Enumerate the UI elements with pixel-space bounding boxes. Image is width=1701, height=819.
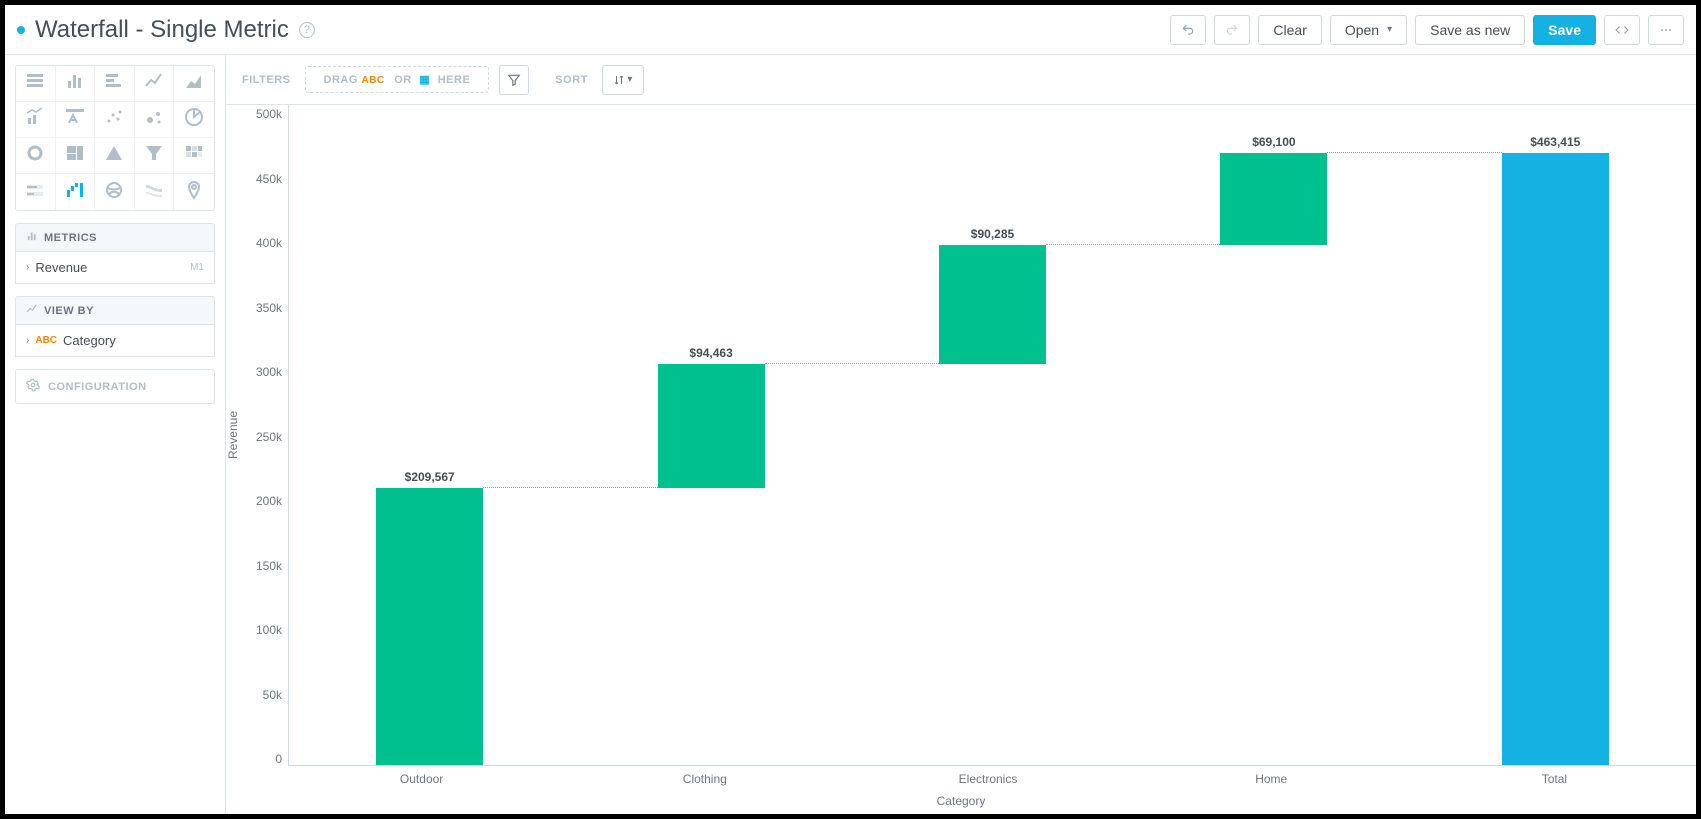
chevron-down-icon: ▾ [627, 74, 632, 85]
header-bar: Waterfall - Single Metric ? Clear Open▾ … [5, 5, 1696, 55]
waterfall-bar[interactable]: $69,100 [1220, 153, 1327, 244]
more-button[interactable] [1648, 15, 1684, 45]
x-tick: Home [1130, 766, 1413, 786]
bar-chart-icon[interactable] [95, 66, 135, 102]
status-dot-icon [17, 26, 25, 34]
bar-value-label: $90,285 [939, 227, 1046, 241]
y-tick: 500k [256, 107, 282, 121]
bar-value-label: $463,415 [1502, 135, 1609, 149]
y-tick: 250k [256, 430, 282, 444]
filters-label: FILTERS [242, 74, 291, 86]
metrics-icon [26, 230, 38, 245]
save-as-new-button[interactable]: Save as new [1415, 15, 1525, 45]
metric-item-label: Revenue [35, 260, 87, 275]
connector-line [483, 487, 657, 488]
viewby-item-category[interactable]: › ABC Category [15, 325, 215, 357]
filter-button[interactable] [499, 65, 529, 95]
table-chart-icon[interactable] [16, 66, 56, 102]
x-axis-title: Category [226, 786, 1696, 814]
chart-toolbar: FILTERS DRAG ABC OR ▦ HERE SORT ▾ [226, 55, 1696, 105]
metrics-label: METRICS [44, 232, 97, 244]
chevron-right-icon: › [26, 335, 29, 346]
y-tick: 300k [256, 365, 282, 379]
bar-value-label: $69,100 [1220, 135, 1327, 149]
funnel-chart-icon[interactable] [135, 138, 175, 174]
embed-button[interactable] [1604, 15, 1640, 45]
abc-icon: ABC [361, 75, 384, 86]
sidebar: METRICS › Revenue M1 VIEW BY › ABC Categ… [5, 55, 226, 814]
waterfall-total-bar[interactable]: $463,415 [1502, 153, 1609, 765]
pie-chart-icon[interactable] [174, 102, 214, 138]
connector-line [765, 363, 939, 364]
viewby-icon [26, 303, 38, 318]
save-button[interactable]: Save [1533, 15, 1596, 45]
y-tick: 50k [263, 688, 282, 702]
y-axis-title: Revenue [226, 411, 240, 459]
bar-value-label: $209,567 [376, 470, 483, 484]
gear-icon [26, 378, 40, 395]
waterfall-bar[interactable]: $209,567 [376, 488, 483, 765]
column-chart-icon[interactable] [56, 66, 96, 102]
main-area: FILTERS DRAG ABC OR ▦ HERE SORT ▾ Revenu… [226, 55, 1696, 814]
bullet-chart-icon[interactable] [16, 174, 56, 210]
combo-chart-icon[interactable] [16, 102, 56, 138]
undo-button[interactable] [1170, 15, 1206, 45]
clear-button[interactable]: Clear [1258, 15, 1321, 45]
chart-container: Revenue 500k 450k 400k 350k 300k 250k 200k 150k… [226, 105, 1696, 814]
y-tick: 150k [256, 559, 282, 573]
y-tick: 350k [256, 301, 282, 315]
redo-button[interactable] [1214, 15, 1250, 45]
y-tick: 200k [256, 494, 282, 508]
configuration-panel[interactable]: CONFIGURATION [15, 369, 215, 404]
help-icon[interactable]: ? [299, 22, 315, 38]
metric-item-revenue[interactable]: › Revenue M1 [15, 252, 215, 284]
treemap-chart-icon[interactable] [56, 138, 96, 174]
line-chart-icon[interactable] [135, 66, 175, 102]
geo-chart-icon[interactable] [174, 174, 214, 210]
filters-dropzone[interactable]: DRAG ABC OR ▦ HERE [305, 66, 490, 93]
y-tick: 100k [256, 623, 282, 637]
viewby-item-label: Category [63, 333, 116, 348]
page-title: Waterfall - Single Metric [35, 16, 289, 44]
x-tick: Clothing [563, 766, 846, 786]
chart-type-grid [15, 65, 215, 211]
abc-icon: ABC [35, 335, 57, 346]
viewby-panel-header[interactable]: VIEW BY [15, 296, 215, 325]
headline-chart-icon[interactable] [56, 102, 96, 138]
x-axis-ticks: OutdoorClothingElectronicsHomeTotal [280, 766, 1696, 786]
bar-value-label: $94,463 [658, 346, 765, 360]
sort-button[interactable]: ▾ [602, 65, 644, 95]
y-tick: 450k [256, 172, 282, 186]
donut-chart-icon[interactable] [16, 138, 56, 174]
heatmap-chart-icon[interactable] [174, 138, 214, 174]
scatter-chart-icon[interactable] [95, 102, 135, 138]
pyramid-chart-icon[interactable] [95, 138, 135, 174]
connector-line [1046, 244, 1220, 245]
metrics-panel-header[interactable]: METRICS [15, 223, 215, 252]
open-button[interactable]: Open▾ [1330, 15, 1407, 45]
waterfall-bar[interactable]: $90,285 [939, 245, 1046, 364]
calendar-icon: ▦ [419, 74, 430, 86]
area-chart-icon[interactable] [174, 66, 214, 102]
configuration-label: CONFIGURATION [48, 381, 147, 393]
x-tick: Outdoor [280, 766, 563, 786]
sankey-chart-icon[interactable] [135, 174, 175, 210]
y-tick: 0 [275, 752, 282, 766]
waterfall-plot: $209,567 $94,463 $90,285 $69,100 $463,415 [288, 105, 1696, 766]
x-tick: Total [1413, 766, 1696, 786]
chevron-down-icon: ▾ [1387, 24, 1392, 35]
waterfall-chart-icon[interactable] [56, 174, 96, 210]
bubble-chart-icon[interactable] [135, 102, 175, 138]
viewby-label: VIEW BY [44, 305, 94, 317]
sort-label: SORT [555, 74, 588, 86]
connector-line [1327, 152, 1501, 153]
dependency-chart-icon[interactable] [95, 174, 135, 210]
waterfall-bar[interactable]: $94,463 [658, 364, 765, 489]
x-tick: Electronics [846, 766, 1129, 786]
metric-tag: M1 [190, 262, 204, 273]
y-tick: 400k [256, 236, 282, 250]
chevron-right-icon: › [26, 262, 29, 273]
y-axis-ticks: 500k 450k 400k 350k 300k 250k 200k 150k 100k 50k 0 [244, 105, 288, 766]
